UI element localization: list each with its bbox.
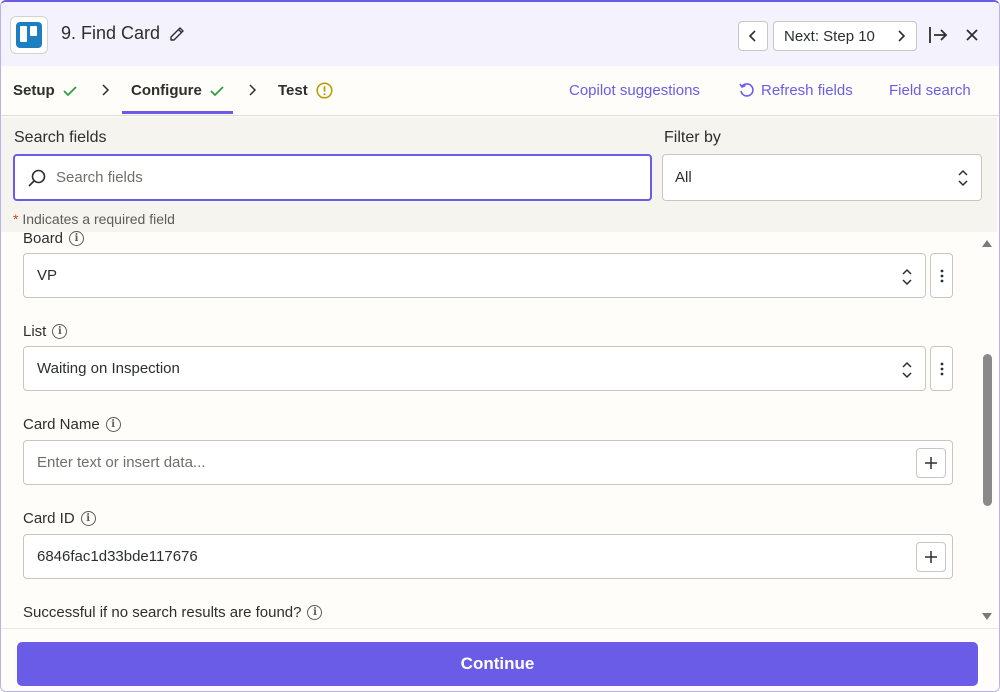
tab-test-label: Test bbox=[278, 82, 308, 99]
refresh-fields-label: Refresh fields bbox=[761, 82, 853, 99]
card-name-field[interactable] bbox=[23, 440, 953, 485]
kebab-menu-icon bbox=[940, 362, 943, 375]
filter-by-select[interactable]: All bbox=[662, 154, 982, 201]
copilot-suggestions-link[interactable]: Copilot suggestions bbox=[569, 82, 700, 99]
edit-pencil-icon[interactable] bbox=[169, 26, 185, 42]
success-if-no-results-label: Successful if no search results are foun… bbox=[23, 604, 323, 621]
chevron-updown-icon bbox=[958, 169, 968, 187]
chevron-updown-icon bbox=[902, 268, 912, 286]
success-if-no-results-text: Successful if no search results are foun… bbox=[23, 604, 302, 621]
card-name-label: Card Name bbox=[23, 416, 100, 433]
next-step-label: Next: Step 10 bbox=[784, 27, 875, 45]
board-value: VP bbox=[37, 267, 58, 284]
list-value: Waiting on Inspection bbox=[37, 360, 180, 377]
chevron-left-icon bbox=[748, 30, 756, 42]
filter-by-label: Filter by bbox=[664, 129, 721, 146]
tab-configure[interactable]: Configure bbox=[131, 82, 224, 99]
chevron-right-icon bbox=[898, 30, 906, 42]
previous-step-button[interactable] bbox=[738, 21, 768, 51]
search-fields-box[interactable] bbox=[13, 154, 652, 201]
search-fields-input[interactable] bbox=[56, 169, 616, 186]
tab-setup[interactable]: Setup bbox=[13, 82, 77, 99]
panel-footer: Continue bbox=[1, 628, 999, 691]
collapse-panel-icon[interactable] bbox=[927, 24, 949, 46]
step-tabs: Setup Configure Test Copilot suggestions… bbox=[1, 66, 999, 116]
checkmark-icon bbox=[63, 85, 77, 96]
info-icon[interactable]: i bbox=[69, 231, 85, 246]
next-step-button[interactable]: Next: Step 10 bbox=[773, 21, 917, 51]
checkmark-icon bbox=[210, 85, 224, 96]
board-select[interactable]: VP bbox=[23, 253, 926, 298]
list-select[interactable]: Waiting on Inspection bbox=[23, 346, 926, 391]
board-label: Board bbox=[23, 230, 64, 247]
chevron-updown-icon bbox=[902, 361, 912, 379]
info-icon[interactable]: i bbox=[307, 605, 323, 620]
filter-by-value: All bbox=[675, 169, 692, 186]
step-title[interactable]: 9. Find Card bbox=[61, 23, 160, 44]
warning-circle-icon bbox=[316, 82, 333, 99]
card-id-field[interactable] bbox=[23, 534, 953, 579]
scroll-down-arrow-icon[interactable] bbox=[981, 612, 993, 622]
card-id-label: Card ID bbox=[23, 510, 75, 527]
active-tab-indicator bbox=[122, 111, 233, 114]
insert-data-button[interactable] bbox=[916, 542, 946, 572]
search-fields-label: Search fields bbox=[14, 129, 107, 146]
card-name-input[interactable] bbox=[37, 454, 897, 471]
list-field-label: List i bbox=[23, 323, 68, 340]
card-id-input[interactable] bbox=[37, 548, 897, 565]
panel-header: 9. Find Card Next: Step 10 bbox=[1, 2, 999, 66]
kebab-menu-icon bbox=[940, 269, 943, 282]
scroll-up-arrow-icon[interactable] bbox=[981, 238, 993, 248]
insert-data-button[interactable] bbox=[916, 448, 946, 478]
tab-test[interactable]: Test bbox=[278, 82, 333, 99]
scrollbar-thumb[interactable] bbox=[983, 354, 992, 506]
list-more-options-button[interactable] bbox=[930, 346, 953, 391]
trello-app-icon bbox=[10, 16, 48, 54]
field-search-panel: Search fields Filter by All * Indicates … bbox=[1, 117, 997, 232]
board-more-options-button[interactable] bbox=[930, 253, 953, 298]
chevron-right-icon bbox=[249, 84, 257, 96]
card-id-field-label: Card ID i bbox=[23, 510, 96, 527]
info-icon[interactable]: i bbox=[52, 324, 68, 339]
required-field-note: * Indicates a required field bbox=[13, 211, 175, 227]
plus-icon bbox=[925, 457, 937, 469]
field-search-link[interactable]: Field search bbox=[889, 82, 971, 99]
info-icon[interactable]: i bbox=[80, 511, 96, 526]
list-label: List bbox=[23, 323, 47, 340]
close-icon[interactable] bbox=[963, 26, 981, 44]
search-icon bbox=[28, 169, 46, 187]
trello-logo-icon bbox=[16, 22, 42, 48]
refresh-icon bbox=[739, 83, 754, 97]
tab-setup-label: Setup bbox=[13, 82, 55, 99]
tab-configure-label: Configure bbox=[131, 82, 202, 99]
card-name-field-label: Card Name i bbox=[23, 416, 121, 433]
chevron-right-icon bbox=[102, 84, 110, 96]
plus-icon bbox=[925, 551, 937, 563]
continue-button[interactable]: Continue bbox=[17, 642, 978, 686]
info-icon[interactable]: i bbox=[105, 417, 121, 432]
board-field-label: Board i bbox=[23, 230, 85, 247]
required-note-text: Indicates a required field bbox=[22, 211, 175, 227]
step-editor-panel: 9. Find Card Next: Step 10 Setup Configu… bbox=[0, 0, 1000, 692]
refresh-fields-button[interactable]: Refresh fields bbox=[738, 82, 853, 99]
required-asterisk: * bbox=[13, 211, 19, 227]
